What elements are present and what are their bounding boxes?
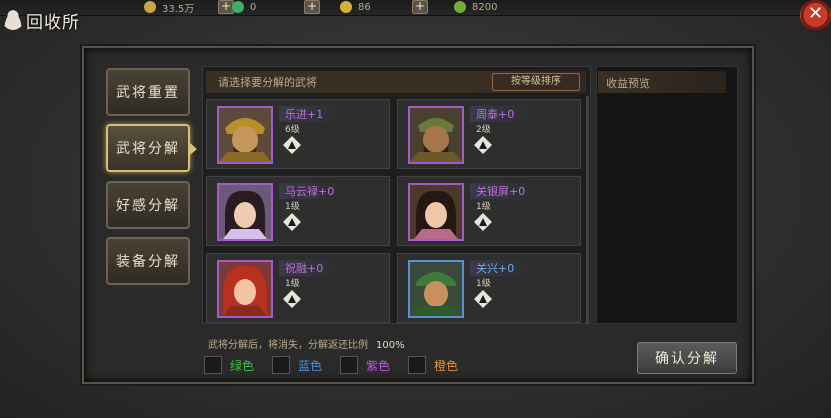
tab-hero-reset[interactable]: 武将重置	[106, 68, 190, 116]
add-jade-button[interactable]: +	[304, 0, 320, 14]
filter-checkbox[interactable]	[204, 356, 222, 374]
gold-ingot-icon	[340, 1, 352, 13]
close-button[interactable]: ✕	[800, 0, 831, 30]
hero-class-icon	[474, 290, 492, 308]
filter-blue[interactable]: 蓝色	[272, 356, 322, 374]
hero-portrait-image	[219, 185, 271, 239]
resource-value: 0	[250, 1, 257, 13]
hero-name: 关银屏+0	[470, 183, 532, 199]
decompose-info: 武将分解后，将消失，分解返还比例 100%	[208, 336, 405, 351]
page-title: 回收所	[26, 12, 80, 33]
resource-jade: 0 +	[232, 0, 320, 14]
hero-name: 马云禄+0	[279, 183, 341, 199]
hero-level: 2级	[476, 125, 491, 135]
hero-portrait	[217, 106, 273, 164]
confirm-label: 确认分解	[655, 351, 719, 367]
hero-portrait	[217, 260, 273, 318]
filter-orange[interactable]: 橙色	[408, 356, 458, 374]
tab-label: 好感分解	[116, 198, 180, 214]
hero-card[interactable]: 关银屏+0 1级	[397, 176, 581, 246]
hero-class-icon	[283, 136, 301, 154]
hero-card[interactable]: 乐进+1 6级	[206, 99, 390, 169]
hero-portrait	[408, 106, 464, 164]
green-orb-icon	[454, 1, 466, 13]
hero-level: 1级	[476, 279, 491, 289]
hero-class-icon	[474, 213, 492, 231]
tab-label: 武将分解	[116, 141, 180, 157]
hero-class-icon	[283, 290, 301, 308]
hero-portrait	[217, 183, 273, 241]
hero-name: 关兴+0	[470, 260, 530, 276]
close-icon: ✕	[807, 3, 824, 24]
preview-panel	[596, 66, 738, 324]
tab-affection-decompose[interactable]: 好感分解	[106, 181, 190, 229]
hero-name: 祝融+0	[279, 260, 339, 276]
tab-label: 武将重置	[116, 85, 180, 101]
hero-level: 1级	[285, 279, 300, 289]
tab-equipment-decompose[interactable]: 装备分解	[106, 237, 190, 285]
filter-label: 蓝色	[298, 358, 323, 373]
hero-portrait-image	[410, 185, 462, 239]
sort-by-level-button[interactable]: 按等级排序	[492, 73, 580, 91]
tab-hero-decompose[interactable]: 武将分解	[106, 124, 197, 172]
hero-portrait-image	[410, 108, 462, 162]
filter-label: 紫色	[366, 358, 391, 373]
quality-filters: 绿色 蓝色 紫色 橙色	[204, 356, 476, 374]
user-icon[interactable]	[2, 8, 24, 30]
hero-card[interactable]: 关兴+0 1级	[397, 253, 581, 323]
hero-card[interactable]: 祝融+0 1级	[206, 253, 390, 323]
hero-card[interactable]: 马云禄+0 1级	[206, 176, 390, 246]
resource-gold: 86 +	[340, 0, 428, 14]
hero-name: 周泰+0	[470, 106, 530, 122]
hero-portrait-image	[410, 262, 462, 316]
scrollbar[interactable]	[586, 96, 589, 324]
jade-icon	[232, 1, 244, 13]
filter-checkbox[interactable]	[340, 356, 359, 374]
filter-label: 橙色	[434, 358, 459, 373]
hero-portrait-image	[219, 108, 271, 162]
resource-value: 86	[358, 1, 371, 13]
hero-level: 1级	[285, 202, 300, 212]
list-header-label: 请选择要分解的武将	[218, 76, 317, 89]
hero-portrait-image	[219, 262, 271, 316]
resource-orb: 8200	[454, 0, 528, 14]
hero-portrait	[408, 260, 464, 318]
confirm-decompose-button[interactable]: 确认分解	[637, 342, 737, 374]
tab-label: 装备分解	[116, 254, 180, 270]
hero-name: 乐进+1	[279, 106, 339, 122]
decompose-info-text: 武将分解后，将消失，分解返还比例	[208, 340, 368, 351]
add-gold-button[interactable]: +	[412, 0, 428, 14]
hero-portrait	[408, 183, 464, 241]
hero-class-icon	[283, 213, 301, 231]
filter-checkbox[interactable]	[272, 356, 291, 374]
preview-title: 收益预览	[606, 77, 650, 90]
page-header: 回收所	[0, 0, 140, 36]
filter-purple[interactable]: 紫色	[340, 356, 390, 374]
decompose-ratio: 100%	[376, 340, 405, 351]
resource-value: 33.5万	[162, 3, 195, 15]
hero-level: 1级	[476, 202, 491, 212]
hero-class-icon	[474, 136, 492, 154]
filter-label: 绿色	[230, 358, 255, 373]
coin-icon	[144, 1, 156, 13]
resource-coin: 33.5万 +	[144, 0, 234, 15]
filter-green[interactable]: 绿色	[204, 356, 254, 374]
hero-card[interactable]: 周泰+0 2级	[397, 99, 581, 169]
resource-value: 8200	[472, 1, 498, 13]
hero-level: 6级	[285, 125, 300, 135]
filter-checkbox[interactable]	[408, 356, 427, 374]
